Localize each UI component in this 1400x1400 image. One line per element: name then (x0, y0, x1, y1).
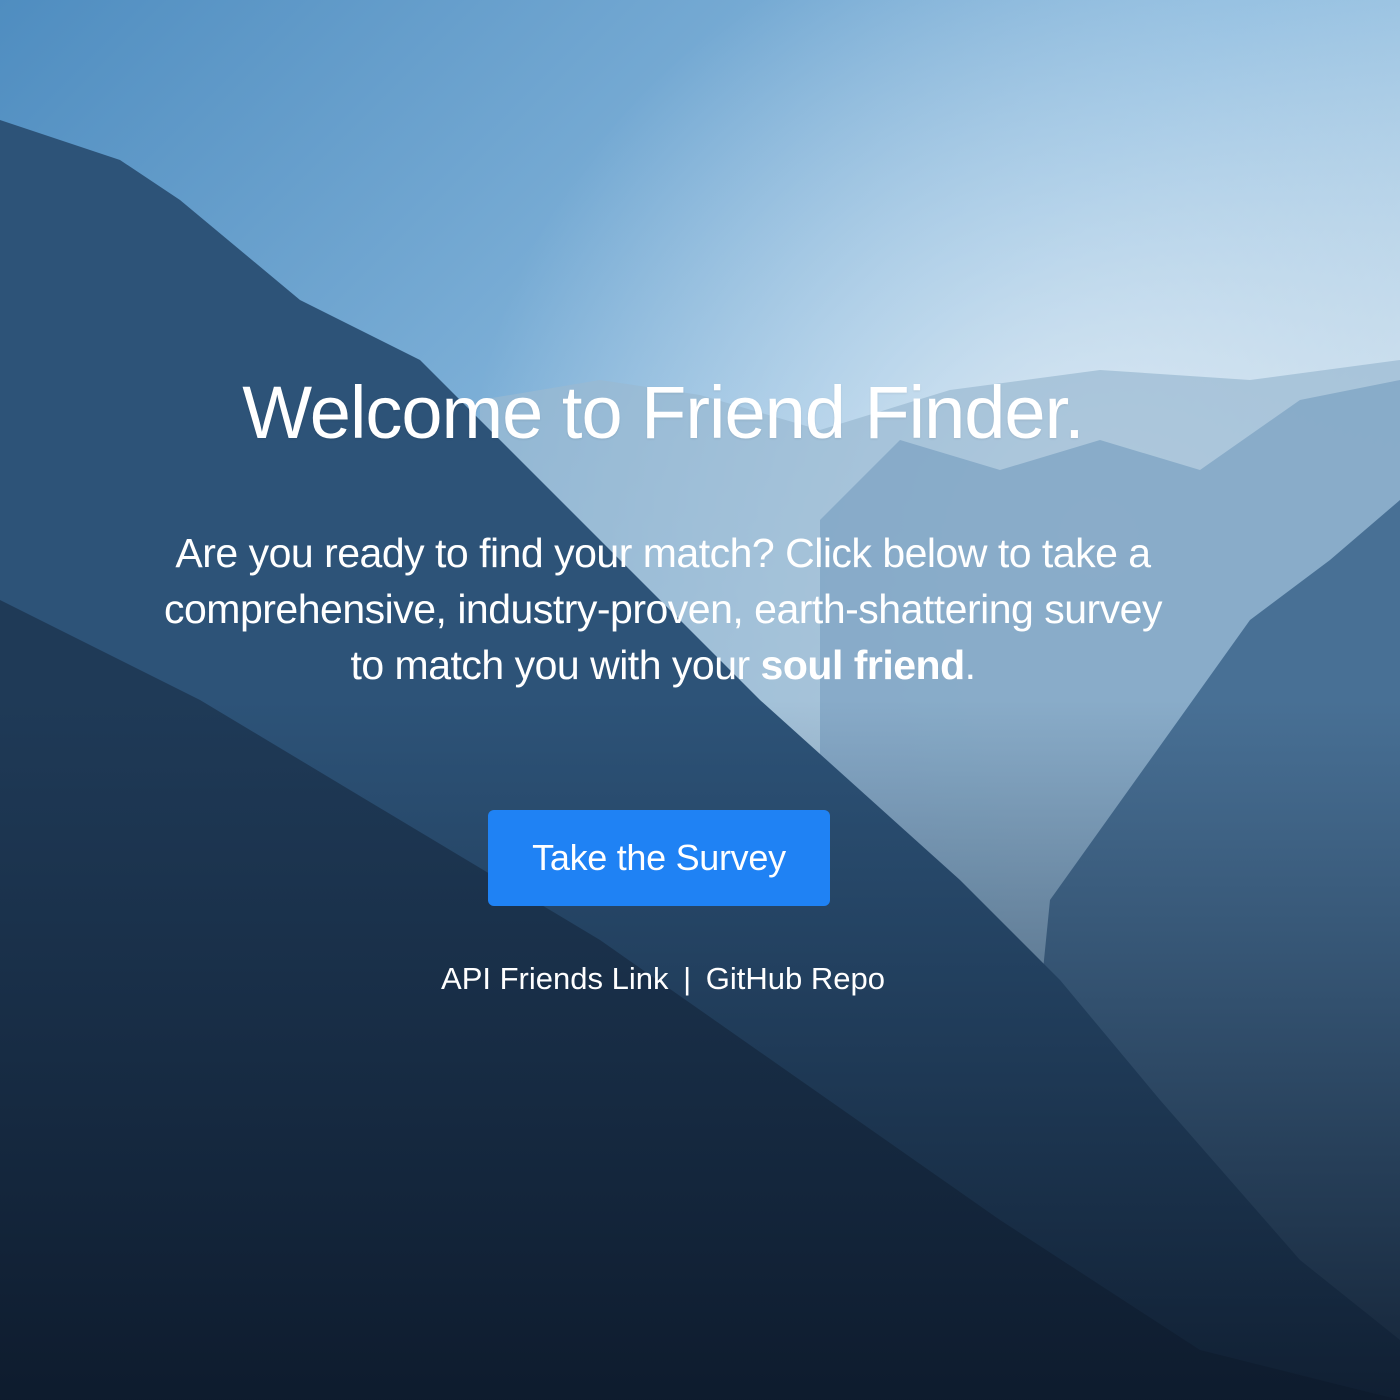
github-repo-link[interactable]: GitHub Repo (706, 961, 885, 996)
hero-section: Welcome to Friend Finder. Are you ready … (0, 0, 1400, 1400)
page-title: Welcome to Friend Finder. (242, 371, 1084, 454)
link-separator: | (683, 961, 692, 996)
footer-links: API Friends Link | GitHub Repo (0, 958, 1326, 1000)
lead-end: . (964, 642, 976, 688)
lead-emphasis: soul friend (760, 642, 966, 688)
lead-text: Are you ready to find your match? Click … (164, 530, 1162, 688)
lead-paragraph: Are you ready to find your match? Click … (163, 525, 1163, 693)
api-friends-link[interactable]: API Friends Link (441, 961, 668, 996)
take-survey-button[interactable]: Take the Survey (488, 810, 830, 906)
